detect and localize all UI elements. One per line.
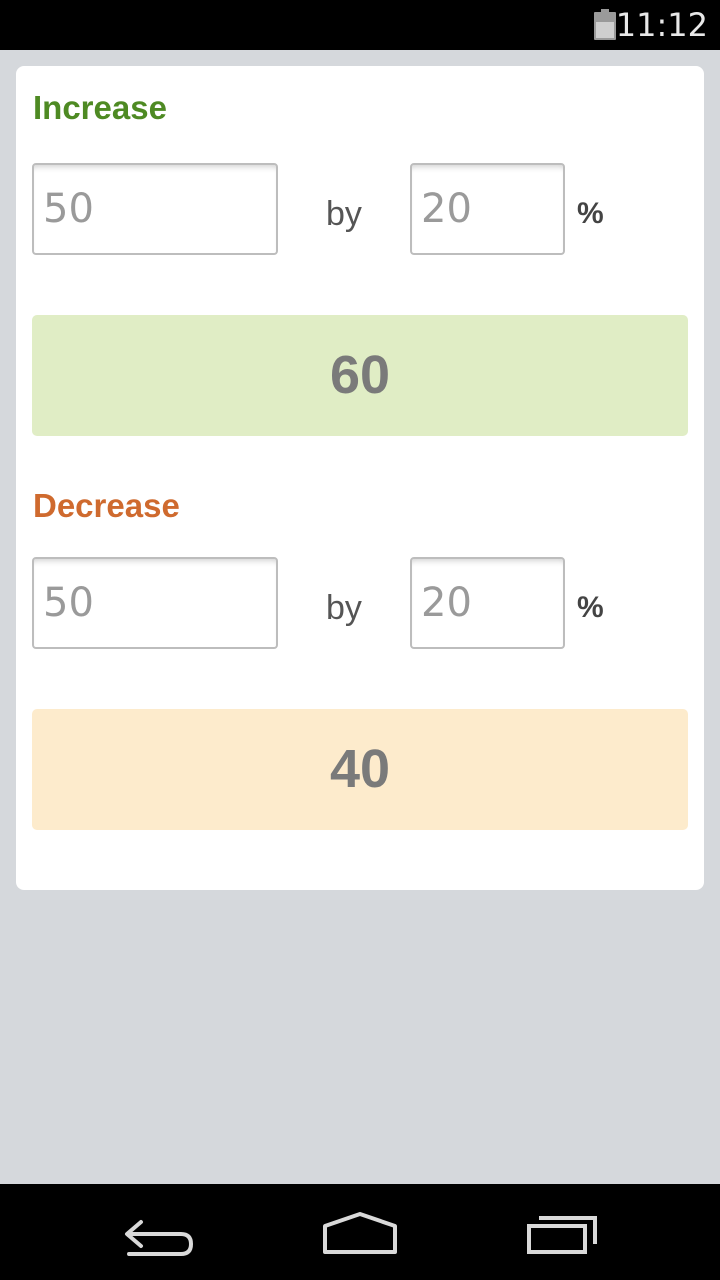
back-icon[interactable]	[115, 1204, 205, 1260]
recent-apps-icon[interactable]	[517, 1204, 607, 1260]
decrease-by-label: by	[326, 589, 362, 627]
status-bar: 11:12	[0, 0, 720, 50]
decrease-percent-input[interactable]: 20	[410, 557, 565, 649]
increase-result: 60	[32, 315, 688, 436]
decrease-result: 40	[32, 709, 688, 830]
home-icon[interactable]	[315, 1204, 405, 1260]
decrease-title: Decrease	[33, 487, 180, 524]
increase-value-input[interactable]: 50	[32, 163, 278, 255]
increase-title: Increase	[33, 89, 167, 126]
increase-by-label: by	[326, 195, 362, 233]
decrease-value-input[interactable]: 50	[32, 557, 278, 649]
battery-icon	[594, 9, 616, 40]
navigation-bar	[0, 1184, 720, 1280]
increase-percent-sign: %	[577, 197, 604, 230]
increase-percent-input[interactable]: 20	[410, 163, 565, 255]
calculator-card: Increase 50 by 20 % 60 Decrease 50 by 20…	[16, 66, 704, 890]
decrease-percent-sign: %	[577, 591, 604, 624]
clock: 11:12	[615, 6, 708, 44]
